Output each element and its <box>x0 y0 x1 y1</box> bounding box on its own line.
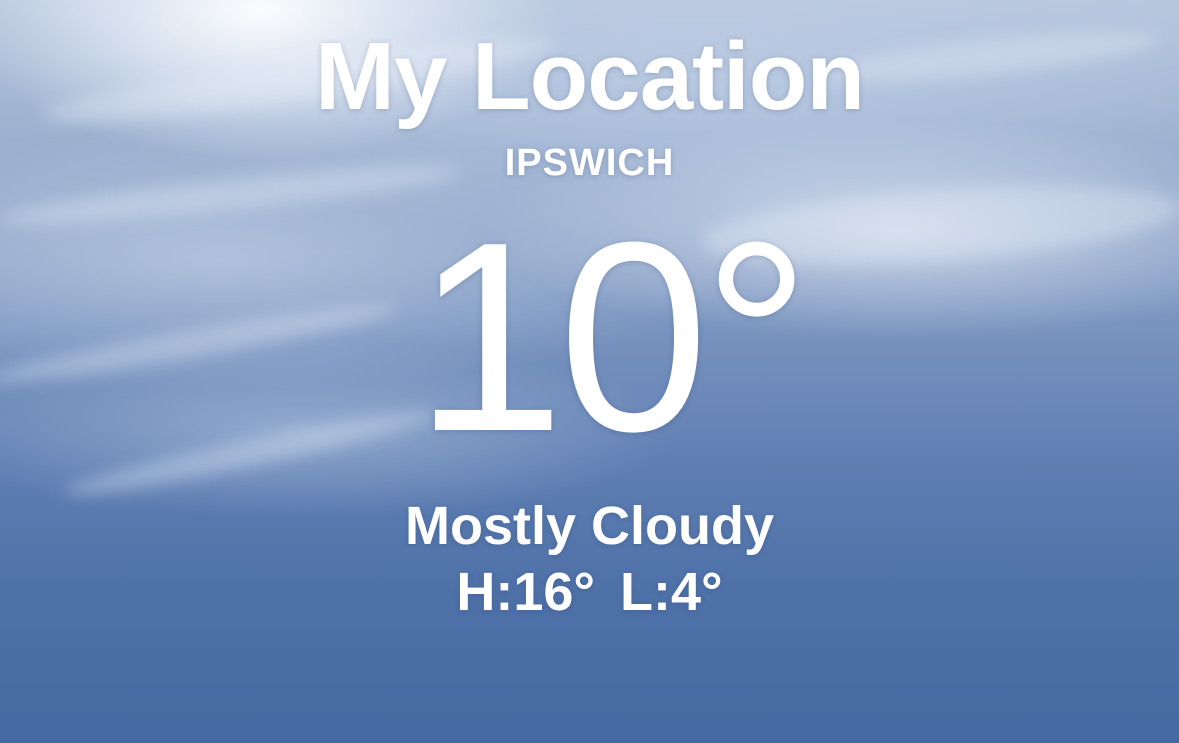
weather-header: My Location IPSWICH 10° Mostly Cloudy H:… <box>0 0 1179 743</box>
high-low-temperature: H:16° L:4° <box>456 562 723 622</box>
location-title: My Location <box>314 23 865 130</box>
current-temperature: 10° <box>414 187 810 488</box>
city-name: IPSWICH <box>504 142 675 184</box>
weather-condition: Mostly Cloudy <box>404 496 774 556</box>
